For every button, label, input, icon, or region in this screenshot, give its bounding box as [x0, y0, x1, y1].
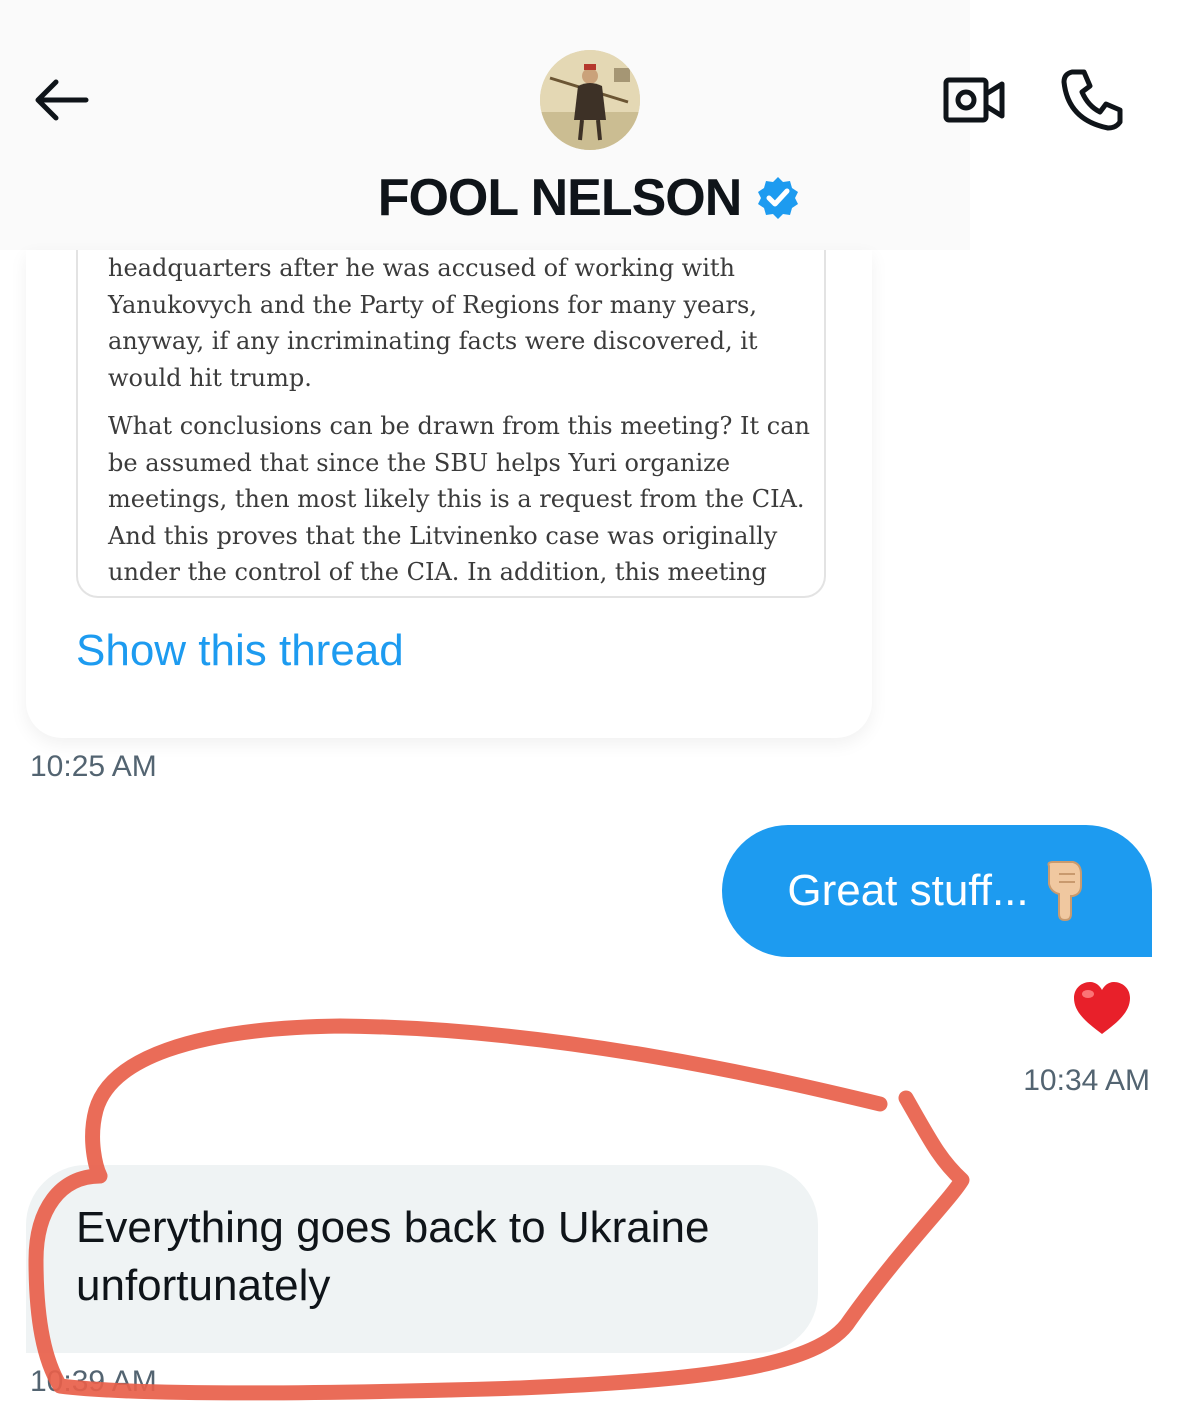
video-camera-icon — [943, 77, 1005, 123]
shared-tweet-card[interactable]: headquarters after he was accused of wor… — [26, 250, 872, 738]
message-timestamp: 10:25 AM — [30, 750, 157, 783]
message-timestamp: 10:39 AM — [30, 1365, 157, 1398]
message-text: Great stuff... — [787, 866, 1029, 915]
contact-name[interactable]: FOOL NELSON — [378, 168, 743, 228]
title-row: FOOL NELSON — [0, 168, 1179, 228]
phone-icon — [1061, 69, 1123, 131]
message-timestamp: 10:34 AM — [1023, 1064, 1150, 1097]
outgoing-message-bubble[interactable]: Great stuff... — [722, 825, 1152, 957]
quote-paragraph: What conclusions can be drawn from this … — [108, 412, 810, 596]
back-arrow-icon — [35, 79, 89, 121]
avatar-image — [540, 50, 640, 150]
voice-call-button[interactable] — [1058, 64, 1128, 134]
incoming-message-bubble[interactable]: Everything goes back to Ukraine unfortun… — [26, 1165, 818, 1353]
pointing-down-hand-icon — [1047, 861, 1082, 922]
heart-reaction-icon[interactable] — [1072, 980, 1132, 1036]
back-button[interactable] — [28, 70, 94, 130]
message-text: Everything goes back to Ukraine unfortun… — [76, 1203, 710, 1310]
video-call-button[interactable] — [940, 70, 1008, 130]
verified-badge-icon — [758, 177, 799, 219]
avatar[interactable] — [540, 50, 640, 150]
quoted-tweet-text[interactable]: headquarters after he was accused of wor… — [76, 250, 826, 598]
quote-paragraph: headquarters after he was accused of wor… — [108, 254, 758, 392]
show-thread-link[interactable]: Show this thread — [76, 626, 404, 676]
